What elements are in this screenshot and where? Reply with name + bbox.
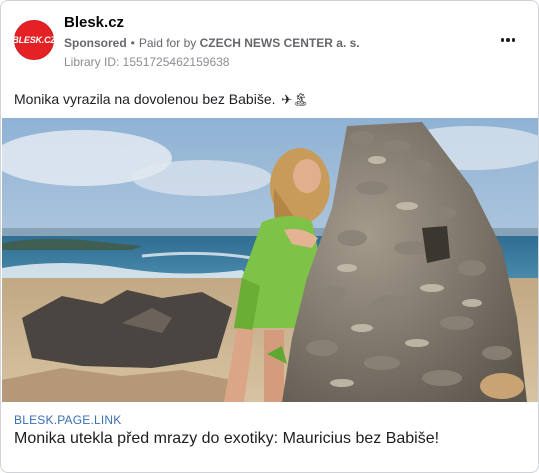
ad-card: BLESK.CZ Blesk.cz Sponsored • Paid for by … <box>0 0 539 473</box>
beach-photo <box>2 118 538 402</box>
paid-for-prefix: Paid for by <box>138 36 197 50</box>
post-emoji: ✈🏝 <box>281 92 309 107</box>
advertiser-avatar[interactable]: BLESK.CZ <box>12 20 56 60</box>
more-options-icon <box>500 38 516 42</box>
more-options-button[interactable] <box>497 30 519 50</box>
link-preview[interactable]: BLESK.PAGE.LINK Monika utekla před mrazy… <box>2 402 538 464</box>
advertiser-name[interactable]: Blesk.cz <box>64 14 124 31</box>
paid-for-by-name: CZECH NEWS CENTER a. s. <box>199 36 360 50</box>
sponsor-meta: Sponsored • Paid for by CZECH NEWS CENTER … <box>64 36 360 50</box>
post-text: Monika vyrazila na dovolenou bez Babiše. <box>14 91 276 107</box>
avatar-logo-text: BLESK.CZ <box>12 35 56 45</box>
library-id: Library ID: 1551725462159638 <box>64 55 230 69</box>
post-body: Monika vyrazila na dovolenou bez Babiše.… <box>14 91 309 108</box>
sponsored-label: Sponsored <box>64 36 127 50</box>
link-domain: BLESK.PAGE.LINK <box>14 413 122 427</box>
meta-separator: • <box>130 36 135 50</box>
ad-image[interactable] <box>2 118 538 402</box>
link-title[interactable]: Monika utekla před mrazy do exotiky: Mau… <box>14 430 439 448</box>
ad-header: BLESK.CZ Blesk.cz Sponsored • Paid for by … <box>12 12 529 72</box>
